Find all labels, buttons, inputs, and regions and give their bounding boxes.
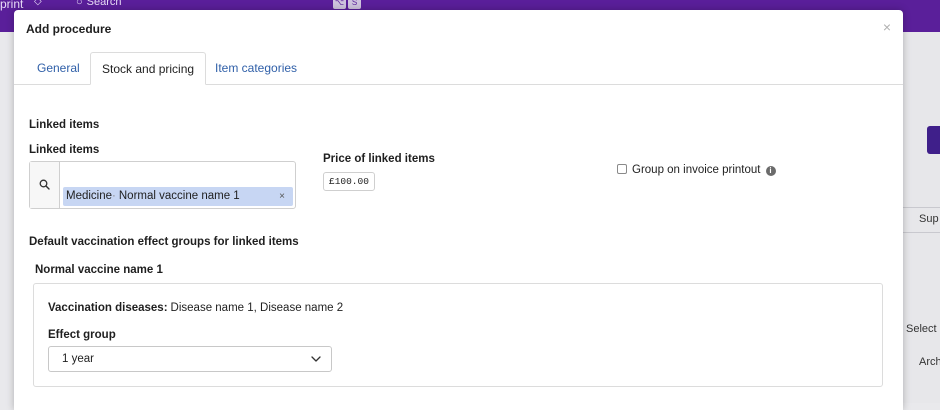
background-primary-button[interactable]: [927, 126, 940, 154]
search-icon: ○: [76, 0, 83, 8]
effect-group-value: 1 year: [62, 353, 94, 365]
background-archive-button[interactable]: Arch: [919, 356, 940, 368]
divider: [903, 207, 940, 208]
modal-title: Add procedure: [26, 22, 112, 36]
price-of-linked-items-value: £100.00: [323, 172, 375, 191]
vaccination-groups-section-title: Default vaccination effect groups for li…: [29, 236, 299, 248]
effect-group-label: Effect group: [48, 329, 116, 341]
kbd-option-key: ⌥: [333, 0, 346, 9]
chip-remove-icon[interactable]: ×: [279, 187, 285, 206]
background-column-header: Sup: [919, 213, 939, 225]
vaccination-diseases: Vaccination diseases: Disease name 1, Dis…: [48, 302, 343, 314]
chevron-down-icon: [311, 356, 321, 362]
chip-item-name: Normal vaccine name 1: [118, 190, 240, 202]
add-procedure-modal: Add procedure × General Stock and pricin…: [14, 10, 903, 410]
global-search[interactable]: ○ Search: [76, 0, 366, 10]
picker-search-cell: [30, 162, 60, 208]
vaccination-diseases-label: Vaccination diseases:: [48, 302, 168, 314]
chip-item-type: Medicine: [66, 190, 113, 202]
vaccine-name-heading: Normal vaccine name 1: [35, 264, 163, 276]
divider: [903, 232, 940, 233]
brand-switch-icon[interactable]: ◇: [34, 0, 42, 7]
background-page-edge: Sup Select Arch: [903, 32, 940, 403]
price-of-linked-items-label: Price of linked items: [323, 153, 435, 165]
search-icon: [39, 179, 50, 190]
vaccine-effect-card: Vaccination diseases: Disease name 1, Dis…: [33, 283, 883, 387]
info-icon[interactable]: i: [765, 166, 776, 176]
tab-general[interactable]: General: [26, 52, 91, 85]
group-on-invoice-row: Group on invoice printout i: [617, 164, 776, 178]
tab-item-categories[interactable]: Item categories: [204, 52, 308, 85]
linked-items-section-title: Linked items: [29, 119, 100, 131]
group-on-invoice-checkbox[interactable]: [617, 164, 627, 174]
effect-group-select[interactable]: 1 year: [48, 346, 332, 372]
tab-stock-and-pricing[interactable]: Stock and pricing: [90, 52, 207, 85]
close-icon[interactable]: ×: [883, 19, 891, 35]
group-on-invoice-label[interactable]: Group on invoice printout: [632, 164, 761, 176]
search-placeholder: Search: [86, 0, 122, 8]
modal-tabs: General Stock and pricing Item categorie…: [14, 52, 903, 85]
background-select-button[interactable]: Select: [906, 323, 937, 335]
linked-item-chip: Medicine· Normal vaccine name 1 ×: [63, 187, 293, 206]
kbd-s-key: S: [348, 0, 361, 9]
linked-items-picker[interactable]: Medicine· Normal vaccine name 1 ×: [29, 161, 296, 209]
vaccination-diseases-value: Disease name 1, Disease name 2: [170, 302, 344, 314]
linked-items-label: Linked items: [29, 144, 100, 156]
